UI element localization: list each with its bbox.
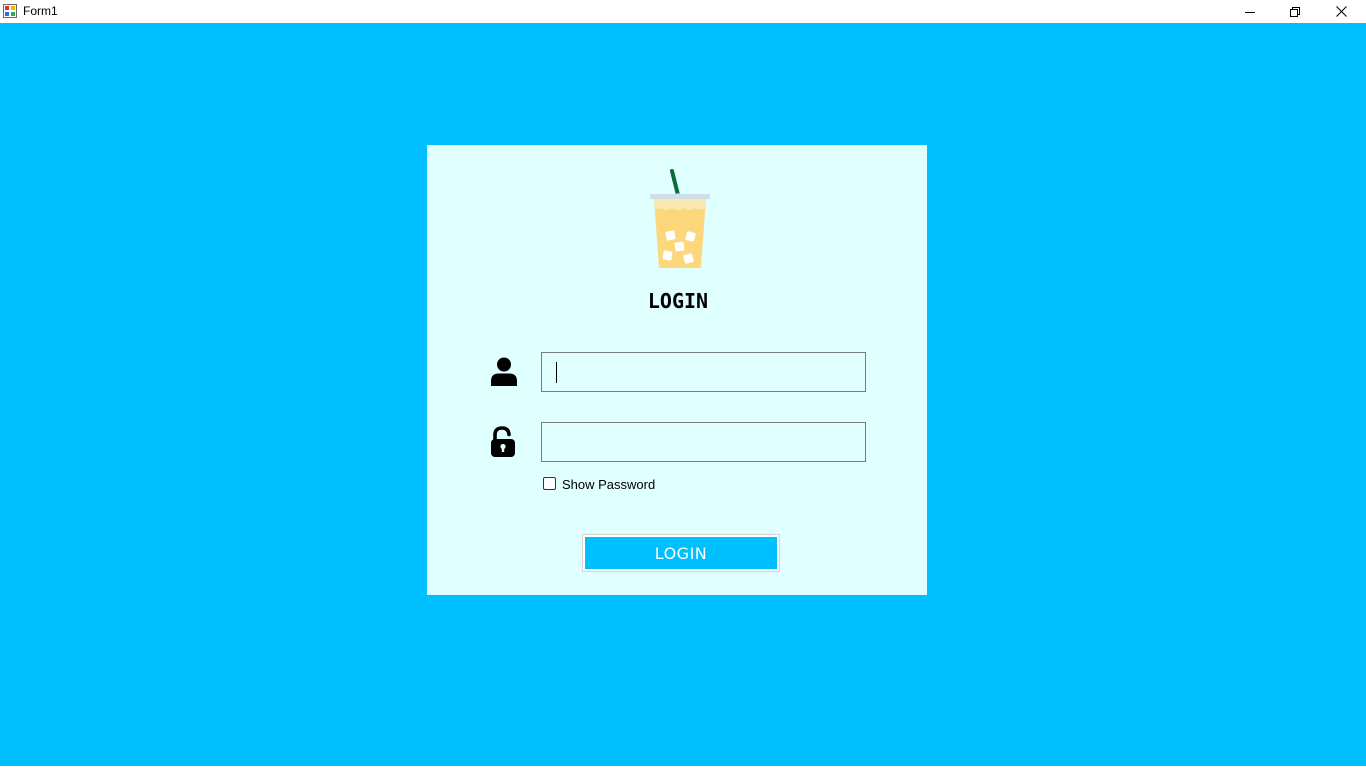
restore-icon bbox=[1290, 6, 1300, 17]
iced-drink-icon bbox=[650, 169, 710, 268]
user-icon bbox=[491, 357, 517, 386]
login-button-label: LOGIN bbox=[654, 543, 708, 563]
login-heading: LOGIN bbox=[647, 289, 709, 313]
minimize-icon bbox=[1245, 11, 1255, 13]
close-icon bbox=[1335, 6, 1347, 17]
title-bar: Form1 bbox=[0, 0, 1366, 23]
restore-button[interactable] bbox=[1272, 0, 1318, 23]
show-password-checkbox[interactable] bbox=[543, 477, 556, 490]
text-cursor bbox=[556, 362, 557, 383]
window-title: Form1 bbox=[23, 4, 58, 18]
login-button[interactable]: LOGIN bbox=[582, 534, 780, 572]
close-button[interactable] bbox=[1318, 0, 1364, 23]
show-password-label[interactable]: Show Password bbox=[562, 477, 655, 492]
unlock-icon bbox=[491, 426, 515, 457]
password-input[interactable] bbox=[541, 422, 866, 462]
app-icon bbox=[3, 4, 17, 18]
minimize-button[interactable] bbox=[1227, 0, 1273, 23]
username-input[interactable] bbox=[541, 352, 866, 392]
